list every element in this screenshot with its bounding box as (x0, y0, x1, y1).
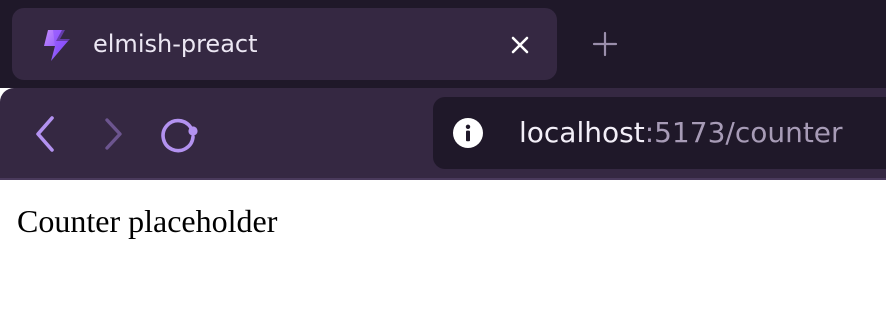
reload-icon[interactable] (156, 111, 202, 157)
page-content: Counter placeholder (0, 180, 886, 324)
browser-tab[interactable]: elmish-preact (12, 8, 557, 80)
url-path: :5173/counter (644, 116, 843, 149)
url-text[interactable]: localhost:5173/counter (519, 114, 843, 152)
chevron-left-icon[interactable] (22, 111, 68, 157)
info-icon[interactable] (453, 118, 483, 148)
lightning-bolt-icon (38, 26, 76, 64)
plus-icon[interactable] (588, 27, 622, 61)
close-icon[interactable] (506, 31, 534, 59)
counter-placeholder-text: Counter placeholder (17, 203, 278, 239)
tab-title: elmish-preact (93, 30, 258, 58)
url-host: localhost (519, 116, 645, 149)
chevron-right-icon[interactable] (90, 111, 136, 157)
tab-strip: elmish-preact (0, 0, 886, 88)
address-bar[interactable]: localhost:5173/counter (433, 97, 886, 169)
